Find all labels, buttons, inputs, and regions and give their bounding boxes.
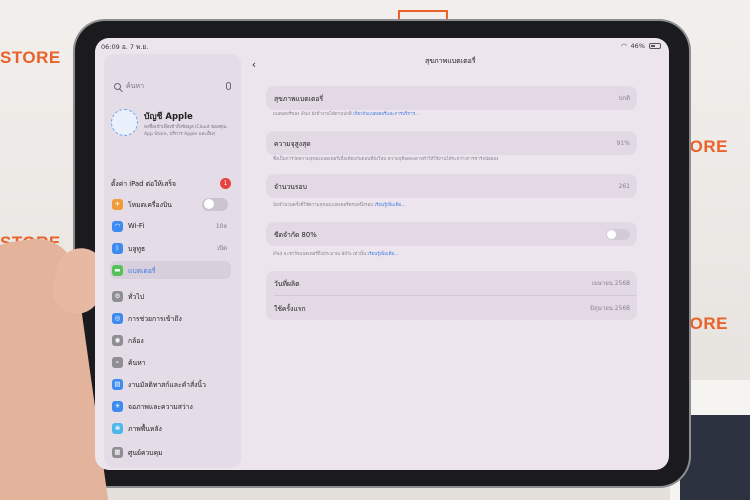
manufacture-date-label: วันที่ผลิต (274, 279, 300, 288)
notification-badge: 1 (220, 177, 231, 189)
watermark-store: STORE (0, 48, 61, 67)
battery-percent: 46% (630, 42, 645, 50)
battery-health-row[interactable]: สุขภาพแบตเตอรี่ ปกติ (266, 86, 637, 110)
sidebar-item-gear[interactable]: ⚙ ทั่วไป (110, 287, 231, 305)
account-text: บัญชี Apple ลงชื่อเข้าเพื่อเข้าถึงข้อมูล… (144, 109, 236, 149)
max-capacity-label: ความจุสูงสุด (274, 139, 311, 148)
manufacture-date-row: วันที่ผลิต เมษายน 2568 (266, 271, 637, 295)
battery-health-caption-text: แบตเตอรี่ของ iPad ยังทำงานได้ตามปกติ (273, 112, 352, 117)
wifi-status-icon: ◜◝ (621, 42, 627, 50)
battery-health-value: ปกติ (618, 95, 630, 102)
first-use-row: ใช้ครั้งแรก มิถุนายน 2568 (266, 296, 637, 320)
battery-icon: ▬ (112, 264, 123, 276)
cycle-count-caption: นับจำนวนครั้งที่ใช้ความจุของแบตเตอรี่ครบ… (273, 203, 633, 209)
charge-limit-row: ขีดจำกัด 80% (266, 222, 637, 246)
search-icon (114, 82, 121, 90)
charge-limit-caption-text: iPad จะชาร์จแบตเตอรี่ถึงประมาณ 80% เท่าน… (273, 252, 367, 257)
sidebar-item-value: เปิด (217, 245, 227, 252)
control-center-icon: ▦ (112, 446, 123, 458)
cycle-count-caption-text: นับจำนวนครั้งที่ใช้ความจุของแบตเตอรี่ครบ… (273, 203, 374, 208)
sidebar-item-label: ค้นหา (128, 358, 146, 367)
search-input[interactable]: ค้นหา (109, 78, 236, 94)
battery-health-card: สุขภาพแบตเตอรี่ ปกติ (266, 86, 637, 110)
sidebar-item-airplane[interactable]: ✈ โหมดเครื่องบิน (110, 195, 231, 213)
apple-account-item[interactable]: บัญชี Apple ลงชื่อเข้าเพื่อเข้าถึงข้อมูล… (111, 109, 236, 149)
account-subtitle: ลงชื่อเข้าเพื่อเข้าถึงข้อมูล iCloud ของค… (144, 125, 228, 138)
max-capacity-value: 91% (616, 139, 630, 147)
search-placeholder: ค้นหา (126, 81, 145, 90)
manufacture-date-value: เมษายน 2568 (591, 280, 630, 287)
brightness-icon: ☀ (112, 400, 123, 412)
sidebar-item-label: ภาพพื้นหลัง (128, 424, 162, 433)
sidebar-item-label: การช่วยการเข้าถึง (128, 314, 182, 323)
status-bar-time: 06:09 อ. 7 พ.ย. (101, 42, 148, 52)
cycle-count-row: จำนวนรอบ 261 (266, 174, 637, 198)
sidebar-item-value: 10x (215, 222, 227, 230)
sidebar-item-label: จอภาพและความสว่าง (128, 402, 193, 411)
battery-status-icon (649, 43, 661, 49)
first-use-label: ใช้ครั้งแรก (274, 304, 306, 313)
bluetooth-icon: ᛒ (112, 242, 123, 254)
sidebar-item-label: บลูทูธ (128, 244, 146, 253)
gear-icon: ⚙ (112, 290, 123, 302)
sidebar-item-bluetooth[interactable]: ᛒ บลูทูธ เปิด (110, 239, 231, 257)
charge-limit-card: ขีดจำกัด 80% (266, 222, 637, 246)
sidebar-item-brightness[interactable]: ☀ จอภาพและความสว่าง (110, 397, 231, 415)
sidebar-item-control-center[interactable]: ▦ ศูนย์ควบคุม (110, 443, 231, 461)
wallpaper-icon: ❀ (112, 422, 123, 434)
sidebar-item-label: แบตเตอรี่ (128, 266, 156, 275)
battery-health-label: สุขภาพแบตเตอรี่ (274, 94, 324, 103)
max-capacity-row: ความจุสูงสุด 91% (266, 131, 637, 155)
cycle-count-label: จำนวนรอบ (274, 182, 307, 191)
status-bar-right: ◜◝ 46% (621, 42, 661, 50)
cycle-count-value: 261 (618, 182, 630, 190)
charge-limit-label: ขีดจำกัด 80% (274, 230, 317, 239)
sidebar-item-wifi[interactable]: ◠ Wi-Fi 10x (110, 217, 231, 235)
first-use-value: มิถุนายน 2568 (590, 305, 630, 312)
product-box-dark (680, 415, 750, 500)
accessibility-icon: ◎ (112, 312, 123, 324)
cycle-count-card: จำนวนรอบ 261 (266, 174, 637, 198)
sidebar-item-search[interactable]: ⌕ ค้นหา (110, 353, 231, 371)
sidebar-item-label: กล้อง (128, 336, 144, 345)
finish-setup-item[interactable]: ตั้งค่า iPad ต่อให้เสร็จ 1 (111, 177, 231, 189)
settings-sidebar: ค้นหา บัญชี Apple ลงชื่อเข้าเพื่อเข้าถึง… (104, 54, 241, 468)
sidebar-item-battery[interactable]: ▬ แบตเตอรี่ (110, 261, 231, 279)
sidebar-item-wallpaper[interactable]: ❀ ภาพพื้นหลัง (110, 419, 231, 437)
learn-more-link[interactable]: เรียนรู้เพิ่มเติม... (374, 203, 405, 208)
sidebar-item-camera[interactable]: ◉ กล้อง (110, 331, 231, 349)
max-capacity-caption: ซึ่งเป็นการวัดความจุของแบตเตอรี่เมื่อเที… (273, 157, 499, 162)
sidebar-item-label: ศูนย์ควบคุม (128, 448, 163, 457)
battery-dates-card: วันที่ผลิต เมษายน 2568 ใช้ครั้งแรก มิถุน… (266, 271, 637, 320)
charge-limit-toggle[interactable] (606, 228, 630, 240)
airplane-mode-toggle[interactable] (202, 197, 228, 211)
learn-more-link[interactable]: เกี่ยวกับแบตเตอรี่และการบริการ... (353, 112, 419, 117)
status-date-text: อ. 7 พ.ย. (121, 43, 149, 51)
charge-limit-caption: iPad จะชาร์จแบตเตอรี่ถึงประมาณ 80% เท่าน… (273, 252, 633, 258)
airplane-icon: ✈ (112, 198, 123, 210)
sidebar-item-label: Wi-Fi (128, 222, 145, 230)
max-capacity-card: ความจุสูงสุด 91% (266, 131, 637, 155)
sidebar-item-label: โหมดเครื่องบิน (128, 200, 172, 209)
search-icon: ⌕ (112, 356, 123, 368)
wifi-icon: ◠ (112, 220, 123, 232)
apple-logo-icon (111, 109, 138, 136)
multitasking-icon: ▤ (112, 378, 123, 390)
ipad-screen: 06:09 อ. 7 พ.ย. ◜◝ 46% ค้นหา บัญชี Apple… (95, 38, 669, 470)
sidebar-item-accessibility[interactable]: ◎ การช่วยการเข้าถึง (110, 309, 231, 327)
camera-icon: ◉ (112, 334, 123, 346)
status-time-text: 06:09 (101, 43, 120, 51)
finish-setup-label: ตั้งค่า iPad ต่อให้เสร็จ (111, 179, 176, 188)
sidebar-item-label: งานมัลติทาสก์และคำสั่งนิ้ว (128, 380, 206, 389)
learn-more-link[interactable]: เรียนรู้เพิ่มเติม... (368, 252, 399, 257)
microphone-icon[interactable] (226, 82, 231, 90)
sidebar-item-label: ทั่วไป (128, 292, 145, 301)
battery-health-caption: แบตเตอรี่ของ iPad ยังทำงานได้ตามปกติ เกี… (273, 112, 633, 118)
sidebar-item-multitasking[interactable]: ▤ งานมัลติทาสก์และคำสั่งนิ้ว (110, 375, 231, 393)
back-chevron-icon[interactable]: ‹ (246, 56, 262, 72)
account-title: บัญชี Apple (144, 112, 193, 122)
page-title: สุขภาพแบตเตอรี่ (425, 57, 476, 65)
